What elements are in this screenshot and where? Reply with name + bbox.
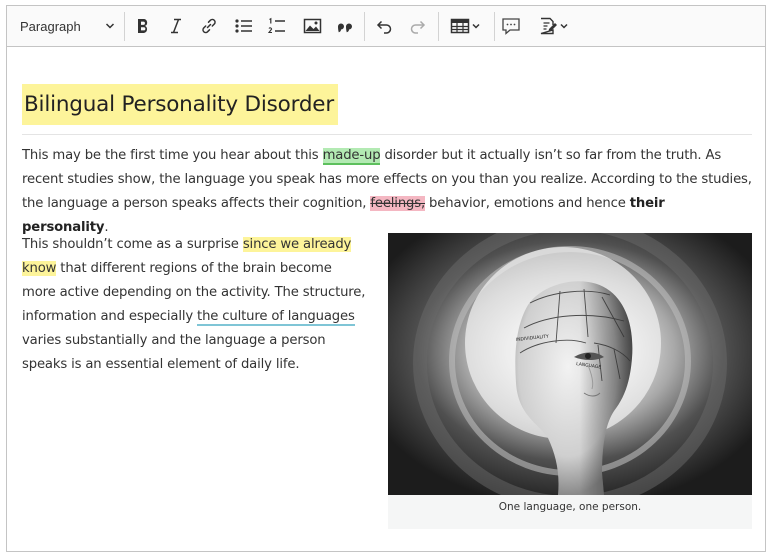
rich-text-editor: Paragraph Bilingual Personality Disorder…: [6, 5, 766, 552]
toolbar-separator: [494, 12, 495, 41]
image-icon: [303, 18, 321, 34]
toolbar-separator: [438, 12, 439, 41]
chevron-down-icon: [105, 23, 115, 29]
phrenology-head-illustration: INDIVIDUALITY LANGUAGE: [388, 233, 752, 495]
text-run: This may be the first time you hear abou…: [22, 148, 323, 163]
blockquote-button[interactable]: [333, 11, 357, 41]
text-run: This shouldn’t come as a surprise: [22, 237, 243, 252]
image-figure[interactable]: INDIVIDUALITY LANGUAGE One language, one…: [388, 233, 752, 529]
italic-icon: [171, 18, 181, 34]
paragraph-body: This shouldn’t come as a surprise since …: [22, 233, 367, 377]
heading-divider: [22, 134, 752, 135]
bulleted-list-icon: [235, 19, 252, 33]
image-caption[interactable]: One language, one person.: [388, 501, 752, 513]
text-run: varies substantially and the language a …: [22, 333, 326, 372]
paragraph-style-dropdown[interactable]: Paragraph: [13, 11, 119, 41]
toolbar-separator: [364, 12, 365, 41]
comment-button[interactable]: [499, 11, 523, 41]
document-heading: Bilingual Personality Disorder: [22, 84, 338, 125]
comment-anchor[interactable]: the culture of languages: [197, 309, 355, 326]
redo-icon: [410, 20, 426, 34]
bold-icon: [138, 18, 148, 33]
toolbar-separator: [124, 12, 125, 41]
editor-toolbar: Paragraph: [7, 6, 765, 47]
paragraph-style-label: Paragraph: [20, 18, 81, 34]
numbered-list-button[interactable]: [265, 11, 289, 41]
link-button[interactable]: [197, 11, 221, 41]
redo-button[interactable]: [406, 11, 430, 41]
comment-icon: [502, 18, 520, 35]
bold-button[interactable]: [131, 11, 155, 41]
italic-button[interactable]: [164, 11, 188, 41]
suggestion-insertion[interactable]: made-up: [322, 148, 381, 165]
track-changes-button[interactable]: [532, 11, 576, 41]
text-run: behavior, emotions and hence: [425, 196, 630, 211]
undo-button[interactable]: [372, 11, 396, 41]
insert-table-button[interactable]: [445, 11, 487, 41]
chevron-down-icon: [560, 23, 568, 29]
chevron-down-icon: [472, 23, 480, 29]
link-icon: [202, 18, 216, 34]
suggestion-deletion[interactable]: feelings,: [370, 196, 425, 211]
phrenology-head-photo[interactable]: INDIVIDUALITY LANGUAGE: [388, 233, 752, 495]
track-changes-icon: [540, 17, 557, 35]
insert-image-button[interactable]: [300, 11, 324, 41]
paragraph-intro: This may be the first time you hear abou…: [22, 144, 752, 240]
bulleted-list-button[interactable]: [232, 11, 256, 41]
undo-icon: [376, 20, 392, 34]
table-icon: [450, 18, 470, 34]
numbered-list-icon: [267, 17, 285, 34]
quote-icon: [338, 23, 352, 33]
